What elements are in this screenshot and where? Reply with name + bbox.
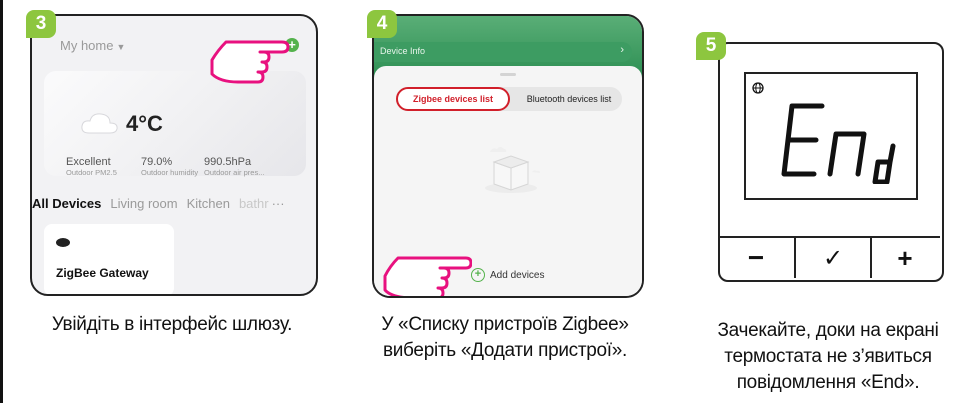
step-badge-3: 3 (26, 10, 56, 38)
step-3-caption: Увійдіть в інтерфейс шлюзу. (51, 314, 293, 335)
plus-button[interactable]: + (870, 238, 940, 278)
step-badge-4: 4 (367, 10, 397, 38)
chevron-right-icon: › (620, 44, 624, 56)
home-selector[interactable]: My home ▼ (60, 38, 125, 53)
tab-living-room[interactable]: Living room (110, 196, 177, 211)
end-message-display (781, 103, 896, 184)
zigbee-list-screen: Device Info › Zigbee devices list Blueto… (372, 14, 644, 298)
pointing-hand-icon (210, 40, 290, 84)
step-badge-5: 5 (696, 32, 726, 60)
empty-box-icon (485, 147, 540, 193)
minus-button[interactable]: − (718, 238, 794, 278)
gateway-device-icon (56, 238, 70, 247)
step-4-caption: У «Списку пристроїв Zigbee» виберіть «До… (381, 314, 629, 361)
stat-pressure: 990.5hPa Outdoor air pres... (204, 156, 265, 177)
add-devices-button[interactable]: + Add devices (471, 268, 544, 282)
globe-icon (752, 82, 764, 94)
thermostat-button-row: − ✓ + (718, 236, 940, 278)
pointing-hand-icon (383, 256, 472, 296)
stat-pm25: Excellent Outdoor PM2.5 (66, 156, 117, 177)
thermostat-display (744, 72, 918, 200)
tab-zigbee-devices[interactable]: Zigbee devices list (396, 87, 510, 111)
tab-bathroom[interactable]: bathr (239, 196, 269, 211)
chevron-down-icon: ▼ (116, 42, 126, 52)
more-tabs-icon[interactable]: ··· (272, 196, 285, 211)
confirm-button[interactable]: ✓ (794, 238, 872, 278)
cloud-icon (81, 113, 118, 134)
device-info-label: Device Info (380, 46, 426, 56)
tab-bluetooth-devices[interactable]: Bluetooth devices list (516, 87, 622, 111)
room-tabs: All Devices Living room Kitchen bathr ··· (32, 196, 294, 211)
device-name: ZigBee Gateway (56, 266, 149, 280)
tab-all-devices[interactable]: All Devices (32, 196, 101, 211)
stat-humidity: 79.0% Outdoor humidity (141, 156, 199, 177)
tab-kitchen[interactable]: Kitchen (187, 196, 230, 211)
gateway-app-screen: My home ▼ + 4°C Excellent Outdoor PM2.5 7… (30, 14, 318, 296)
left-border (0, 0, 3, 403)
device-list-tabs: Zigbee devices list Bluetooth devices li… (396, 87, 622, 111)
device-card-gateway[interactable]: ZigBee Gateway (44, 224, 174, 294)
step-5-caption: Зачекайте, доки на екрані термостата не … (717, 320, 939, 393)
plus-circle-icon: + (471, 268, 485, 282)
sheet-handle[interactable] (500, 73, 516, 76)
temperature-value: 4°C (126, 111, 163, 136)
